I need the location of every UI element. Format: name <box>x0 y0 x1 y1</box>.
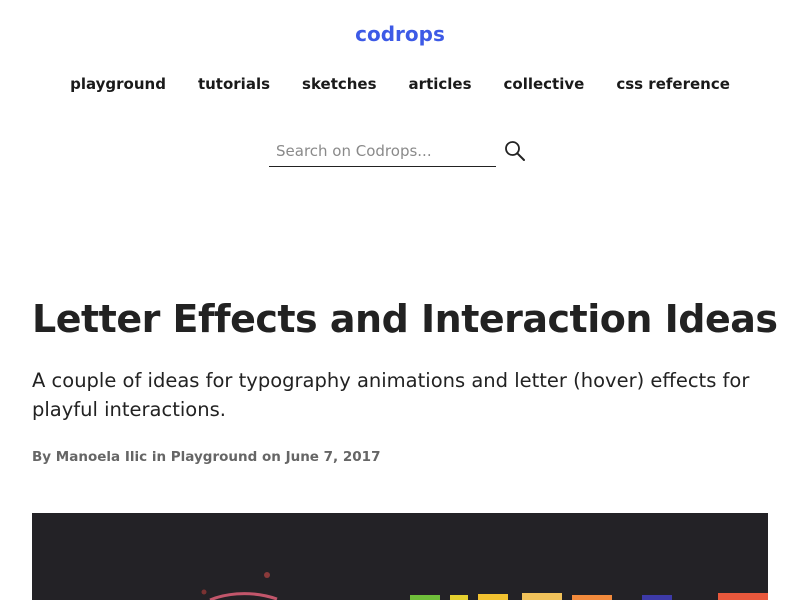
hero-image <box>32 513 768 600</box>
nav-item-collective[interactable]: collective <box>504 75 585 93</box>
hero-letter-block <box>410 595 440 600</box>
hero-curve <box>209 592 278 600</box>
nav-item-articles[interactable]: articles <box>409 75 472 93</box>
hero-letter-block <box>642 595 672 600</box>
byline-on: on <box>261 449 281 465</box>
search-input[interactable] <box>269 138 496 167</box>
hero-letter-block <box>718 593 768 600</box>
article-date: June 7, 2017 <box>285 449 381 465</box>
nav-item-css-reference[interactable]: css reference <box>616 75 730 93</box>
byline-in: in <box>151 449 167 465</box>
hero-letter-block <box>478 594 508 600</box>
hero-dot <box>264 572 270 578</box>
hero-dot <box>201 589 207 595</box>
article-subtitle: A couple of ideas for typography animati… <box>32 369 750 421</box>
search-button[interactable] <box>503 141 527 165</box>
article-byline: By Manoela Ilic in Playground on June 7,… <box>32 449 380 465</box>
search-icon <box>504 140 526 165</box>
hero-letter-block <box>450 595 468 600</box>
hero-letter-block <box>572 595 612 600</box>
nav-item-sketches[interactable]: sketches <box>302 75 377 93</box>
main-nav: playground tutorials sketches articles c… <box>0 75 800 93</box>
category-link[interactable]: Playground <box>171 449 258 465</box>
page: codrops playground tutorials sketches ar… <box>0 0 800 600</box>
search-form <box>269 138 527 167</box>
site-logo[interactable]: codrops <box>0 22 800 46</box>
byline-prefix: By <box>32 449 52 465</box>
hero-letter-block <box>522 593 562 600</box>
article-title: Letter Effects and Interaction Ideas <box>32 297 778 341</box>
nav-item-playground[interactable]: playground <box>70 75 166 93</box>
author-link[interactable]: Manoela Ilic <box>56 449 147 465</box>
nav-item-tutorials[interactable]: tutorials <box>198 75 270 93</box>
